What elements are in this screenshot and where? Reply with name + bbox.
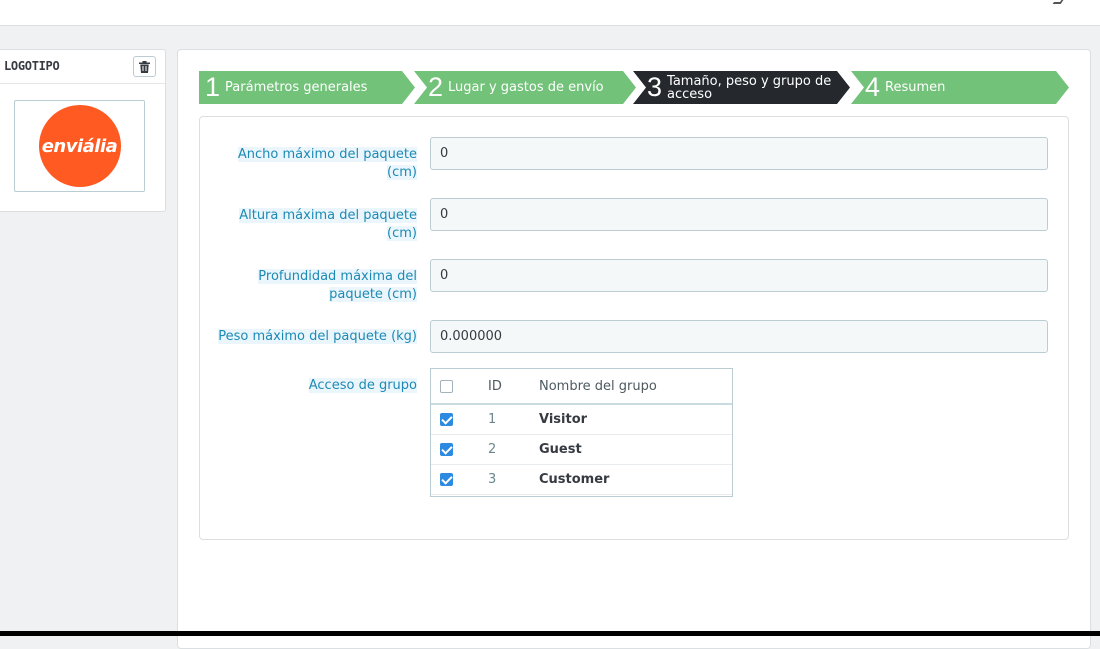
weight-label-text: Peso máximo del paquete (kg) [218,329,417,344]
step-label: Parámetros generales [225,80,368,95]
max-width-input[interactable] [430,137,1048,170]
wizard-step-1[interactable]: 1 Parámetros generales [199,71,415,104]
table-row: 2 Guest [431,435,732,465]
wizard-step-2[interactable]: 2 Lugar y gastos de envío [414,71,636,104]
bottom-edge-bar [0,631,1100,636]
step-number: 2 [428,72,444,102]
wizard-steps: 1 Parámetros generales 2 Lugar y gastos … [199,71,1069,104]
height-label-text: Altura máxima del paquete (cm) [239,208,417,241]
step-number: 4 [865,72,881,102]
logo-panel-header: LOGOTIPO [0,50,165,84]
weight-label: Peso máximo del paquete (kg) [187,328,417,346]
depth-label-text: Profundidad máxima del paquete (cm) [258,269,417,302]
logo-image-frame: enviália [14,100,145,192]
step-label: Resumen [885,80,946,95]
column-header-name: Nombre del grupo [539,378,657,394]
select-all-checkbox[interactable] [440,379,453,393]
wizard-step-3[interactable]: 3 Tamaño, peso y grupo de acceso [633,71,850,104]
group-name: Guest [539,442,582,457]
wizard-step-4[interactable]: 4 Resumen [851,71,1069,104]
width-label: Ancho máximo del paquete (cm) [217,146,417,182]
group-checkbox-visitor[interactable] [440,413,453,426]
table-row: 3 Customer [431,465,732,495]
max-depth-input[interactable] [430,259,1048,292]
table-header: ID Nombre del grupo [431,369,732,405]
step-label: Tamaño, peso y grupo de acceso [667,73,832,102]
carrier-logo-text: enviália [41,135,118,157]
depth-label: Profundidad máxima del paquete (cm) [217,268,417,304]
group-name: Visitor [539,412,588,427]
group-name: Customer [539,472,610,487]
group-checkbox-guest[interactable] [440,443,453,456]
chevron-down-icon[interactable] [1052,0,1064,4]
column-header-id: ID [488,378,502,394]
trash-icon [139,60,150,73]
step-label: Lugar y gastos de envío [448,80,604,95]
group-id: 3 [488,472,497,487]
max-weight-input[interactable] [430,320,1048,353]
delete-logo-button[interactable] [133,56,156,77]
step-number: 3 [647,72,663,102]
step-number: 1 [205,72,221,102]
top-header-bar [0,0,1100,26]
group-access-label-text: Acceso de grupo [308,378,417,393]
height-label: Altura máxima del paquete (cm) [217,207,417,243]
group-id: 2 [488,442,497,457]
group-checkbox-customer[interactable] [440,473,453,486]
max-height-input[interactable] [430,198,1048,231]
group-access-label: Acceso de grupo [217,377,417,395]
width-label-text: Ancho máximo del paquete (cm) [237,147,417,180]
group-id: 1 [488,412,497,427]
group-access-table: ID Nombre del grupo 1 Visitor 2 Guest 3 … [430,368,733,497]
logo-panel: LOGOTIPO enviália [0,49,166,212]
logo-panel-title: LOGOTIPO [4,59,60,73]
carrier-logo: enviália [38,105,121,187]
table-row: 1 Visitor [431,405,732,435]
